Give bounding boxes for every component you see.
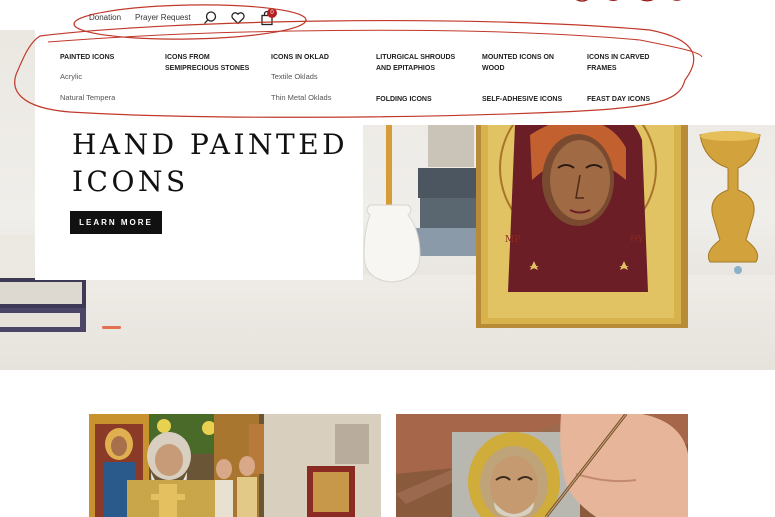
search-icon[interactable] [202,10,218,26]
menu-feast-day-icons[interactable]: FEAST DAY ICONS [587,94,682,105]
menu-textile-oklads[interactable]: Textile Oklads [271,72,318,82]
donation-link[interactable]: Donation [89,13,121,22]
slider-indicator[interactable] [102,326,121,329]
menu-folding-icons[interactable]: FOLDING ICONS [376,94,471,105]
menu-thin-metal-oklads[interactable]: Thin Metal Oklads [271,93,331,103]
tile-painting-photo[interactable] [396,414,688,517]
menu-icons-in-carved-frames[interactable]: ICONS IN CARVED FRAMES [587,52,667,74]
brand-logo[interactable] [572,0,688,6]
svg-text:ΘΥ: ΘΥ [630,235,644,245]
mega-menu: PAINTED ICONS Acrylic Natural Tempera IC… [35,30,775,125]
menu-liturgical-shrouds[interactable]: LITURGICAL SHROUDS AND EPITAPHIOS [376,52,471,74]
heart-icon[interactable] [230,10,246,26]
menu-icons-in-oklad[interactable]: ICONS IN OKLAD [271,52,361,63]
painting-image [396,414,688,517]
clergy-image [89,414,381,517]
cart-count-badge: 0 [267,8,277,18]
learn-more-button[interactable]: LEARN MORE [70,211,162,234]
menu-semiprecious-stones[interactable]: ICONS FROM SEMIPRECIOUS STONES [165,52,255,74]
menu-mounted-icons-on-wood[interactable]: MOUNTED ICONS ON WOOD [482,52,572,74]
top-bar: Donation Prayer Request 0 [0,0,775,30]
tile-clergy-photo[interactable] [89,414,381,517]
menu-self-adhesive-icons[interactable]: SELF-ADHESIVE ICONS [482,94,577,105]
menu-natural-tempera[interactable]: Natural Tempera [60,93,115,103]
hero-title: HAND PAINTED ICONS [72,128,349,198]
svg-text:ΜΡ: ΜΡ [505,235,520,245]
menu-acrylic[interactable]: Acrylic [60,72,82,82]
hero-card: HAND PAINTED ICONS LEARN MORE [35,122,363,280]
menu-painted-icons[interactable]: PAINTED ICONS [60,52,155,63]
prayer-request-link[interactable]: Prayer Request [135,13,191,22]
